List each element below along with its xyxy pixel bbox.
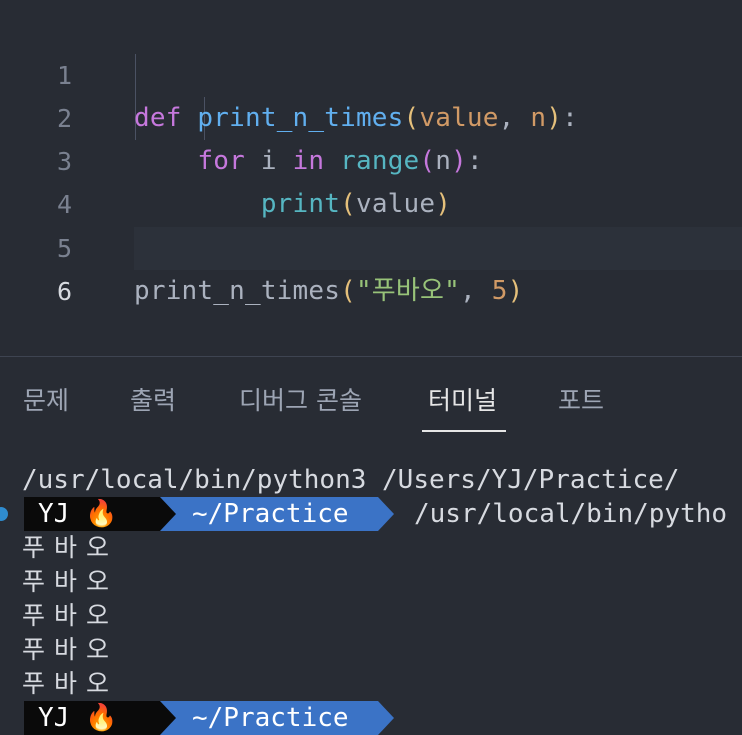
- terminal-command-line: /usr/local/bin/python3 /Users/YJ/Practic…: [22, 465, 680, 495]
- paren: ): [507, 276, 524, 306]
- code-line-5[interactable]: 5 print_n_times("푸바오", 5): [0, 184, 742, 306]
- prompt-path-segment: ~/Practice: [160, 497, 378, 531]
- function-call: print_n_times: [134, 276, 341, 306]
- tab-ports[interactable]: 포트: [558, 381, 604, 417]
- code-line-6[interactable]: 6: [0, 227, 742, 306]
- active-tab-indicator: [422, 430, 506, 432]
- prompt-separator-arrow: [378, 701, 394, 735]
- tab-output[interactable]: 출력: [130, 381, 176, 417]
- terminal-output-line: 푸바오: [22, 533, 119, 562]
- prompt-path: ~/Practice: [192, 703, 349, 733]
- prompt-user-segment: YJ 🔥: [24, 701, 160, 735]
- code-line-4[interactable]: 4: [0, 140, 742, 219]
- prompt-path: ~/Practice: [192, 499, 349, 529]
- command-status-dot[interactable]: [0, 507, 8, 521]
- bottom-panel: 문제 출력 디버그 콘솔 터미널 포트 /usr/local/bin/pytho…: [0, 357, 742, 735]
- code-line-3[interactable]: 3 print(value): [0, 97, 742, 219]
- string-literal: "푸바오": [355, 276, 461, 306]
- tab-terminal[interactable]: 터미널: [428, 381, 497, 417]
- prompt-user-segment: YJ 🔥: [24, 497, 160, 531]
- prompt-separator-arrow: [160, 497, 176, 531]
- prompt-separator-arrow: [160, 701, 176, 735]
- tab-debug-console[interactable]: 디버그 콘솔: [239, 381, 362, 417]
- prompt-command: /usr/local/bin/pytho: [414, 499, 728, 529]
- fire-icon: 🔥: [84, 499, 118, 529]
- paren: (: [340, 276, 356, 306]
- code-line-1[interactable]: 1 def print_n_times(value, n):: [0, 11, 742, 133]
- fire-icon: 🔥: [84, 703, 118, 733]
- comma: ,: [460, 276, 492, 306]
- tab-problems[interactable]: 문제: [23, 381, 69, 417]
- terminal-output-line: 푸바오: [22, 635, 119, 664]
- line-number: 6: [56, 277, 72, 306]
- terminal-prompt: YJ 🔥 ~/Practice: [0, 701, 742, 735]
- prompt-path-segment: ~/Practice: [160, 701, 378, 735]
- terminal-output-line: 푸바오: [22, 601, 119, 630]
- prompt-separator-arrow: [378, 497, 394, 531]
- number-literal: 5: [491, 276, 508, 306]
- terminal-output-line: 푸바오: [22, 567, 119, 596]
- prompt-user: YJ: [38, 703, 70, 733]
- code-editor[interactable]: 1 def print_n_times(value, n): 2 for i i…: [0, 0, 742, 356]
- terminal-output-line: 푸바오: [22, 669, 119, 698]
- code-line-2[interactable]: 2 for i in range(n):: [0, 54, 742, 176]
- terminal-prompt: YJ 🔥 ~/Practice /usr/local/bin/pytho: [0, 497, 742, 531]
- prompt-user: YJ: [38, 499, 70, 529]
